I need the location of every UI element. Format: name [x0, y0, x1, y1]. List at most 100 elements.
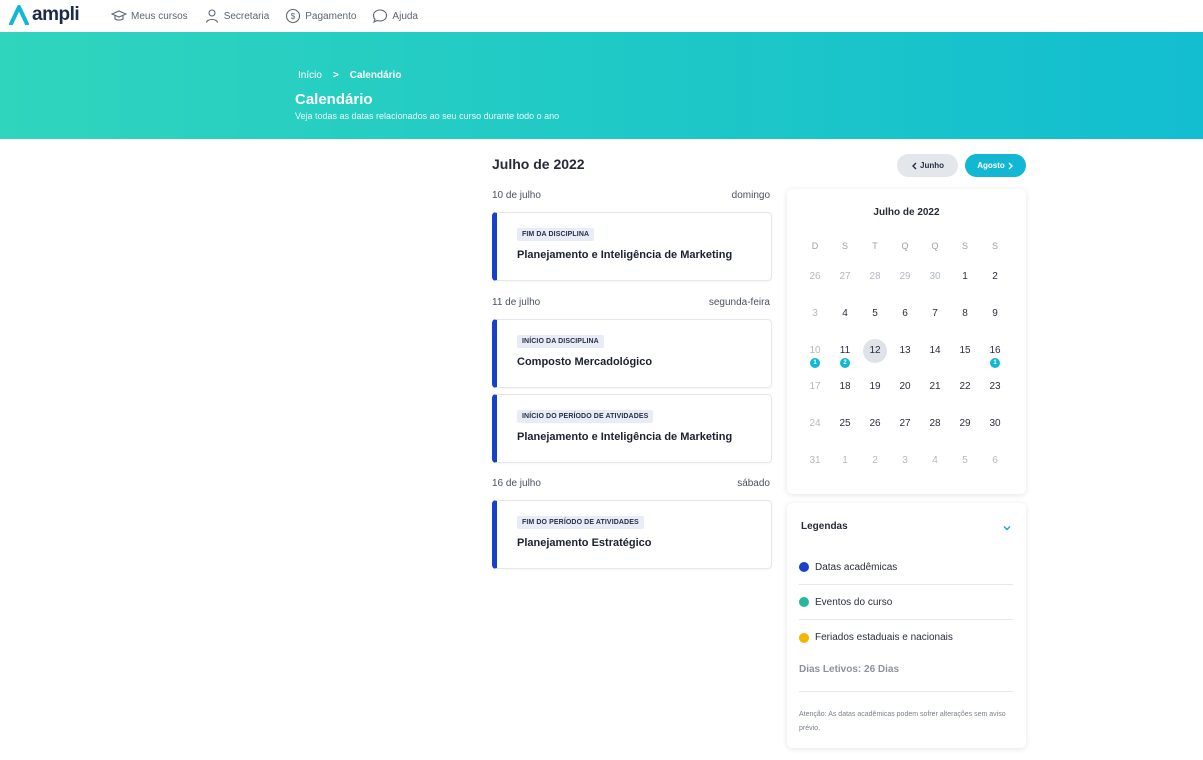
calendar-day[interactable]: 2	[863, 449, 887, 473]
calendar-day[interactable]: 15	[953, 339, 977, 363]
calendar-day[interactable]: 2	[983, 265, 1007, 289]
event-tag: INÍCIO DO PERÍODO DE ATIVIDADES	[517, 410, 654, 423]
ampli-logo-icon	[9, 5, 29, 25]
calendar-day[interactable]: 23	[983, 375, 1007, 399]
top-nav: ampli Meus cursos Secretaria $ Pagamento	[0, 0, 1203, 32]
nav-pagamento[interactable]: $ Pagamento	[285, 8, 356, 24]
calendar-day[interactable]: 1	[953, 265, 977, 289]
weekday-header: S	[961, 241, 968, 251]
calendar-day[interactable]: 4	[833, 302, 857, 326]
calendar-day[interactable]: 26	[803, 265, 827, 289]
dollar-circle-icon: $	[286, 8, 301, 24]
calendar-day[interactable]: 1	[833, 449, 857, 473]
calendar-day[interactable]: 27	[893, 412, 917, 436]
calendar-day[interactable]: 3	[893, 449, 917, 473]
calendar-day[interactable]: 3	[803, 302, 827, 326]
calendar-day[interactable]: 29	[893, 265, 917, 289]
calendar-day[interactable]: 20	[893, 375, 917, 399]
calendar-day[interactable]: 4	[923, 449, 947, 473]
event-card[interactable]: INÍCIO DO PERÍODO DE ATIVIDADES Planejam…	[492, 394, 772, 463]
svg-text:$: $	[291, 12, 296, 21]
calendar-day[interactable]: 27	[833, 265, 857, 289]
legend-label: Feriados estaduais e nacionais	[815, 632, 953, 643]
next-month-button[interactable]: Agosto	[965, 154, 1026, 177]
event-card[interactable]: INÍCIO DA DISCIPLINA Composto Mercadológ…	[492, 319, 772, 388]
nav-ajuda[interactable]: Ajuda	[372, 8, 418, 24]
calendar-day[interactable]: 25	[833, 412, 857, 436]
calendar-day[interactable]: 28	[863, 265, 887, 289]
nav-secretaria[interactable]: Secretaria	[204, 8, 270, 24]
calendar-day[interactable]: 13	[893, 339, 917, 363]
nav-links: Meus cursos Secretaria $ Pagamento Ajuda	[111, 0, 434, 32]
legend-label: Eventos do curso	[815, 596, 893, 608]
calendar-day[interactable]: 8	[953, 302, 977, 326]
calendar-day[interactable]: 24	[803, 412, 827, 436]
weekday-header: S	[991, 241, 998, 251]
calendar-day[interactable]: 7	[923, 302, 947, 326]
nav-label: Pagamento	[305, 10, 357, 22]
calendar-day[interactable]: 5	[953, 449, 977, 473]
event-card[interactable]: FIM DO PERÍODO DE ATIVIDADES Planejament…	[492, 500, 772, 569]
day-header: 10 de julho domingo	[492, 190, 770, 201]
legend-dot	[799, 597, 809, 607]
divider	[799, 691, 1013, 692]
graduation-cap-icon	[111, 10, 127, 21]
chevron-left-icon	[912, 162, 917, 169]
event-tag: INÍCIO DA DISCIPLINA	[517, 335, 604, 348]
calendar-day[interactable]: 21	[923, 375, 947, 399]
legend-item-course-events: Eventos do curso	[799, 585, 1013, 620]
event-count-badge: 2	[840, 357, 850, 368]
mini-calendar: Julho de 2022 D S T Q Q S S 26 27 28 29 30 1 2 3 4 5 6 7 8 9…	[787, 189, 1026, 494]
calendar-day[interactable]: 19	[863, 375, 887, 399]
weekday-header: Q	[901, 241, 909, 251]
previous-month-label: Junho	[920, 161, 944, 170]
breadcrumb-current: Calendário	[349, 70, 402, 81]
chat-bubble-icon	[373, 9, 388, 24]
legend-note: Atenção: As datas acadêmicas podem sofre…	[799, 711, 1006, 732]
calendar-day[interactable]: 29	[953, 412, 977, 436]
legend-panel: Legendas Datas acadêmicas Eventos do cur…	[787, 503, 1026, 748]
legend-item-holidays: Feriados estaduais e nacionais	[799, 620, 1013, 655]
calendar-day[interactable]: 6	[983, 449, 1007, 473]
calendar-day[interactable]: 18	[833, 375, 857, 399]
nav-label: Secretaria	[223, 10, 270, 22]
event-count-badge: 1	[810, 357, 820, 368]
calendar-day-today[interactable]: 12	[863, 338, 887, 363]
calendar-day[interactable]: 30	[923, 265, 947, 289]
breadcrumb-separator: >	[332, 70, 339, 81]
previous-month-button[interactable]: Junho	[897, 154, 958, 177]
calendar-day[interactable]: 22	[953, 375, 977, 399]
calendar-day[interactable]: 14	[923, 339, 947, 363]
day-weekday: segunda-feira	[708, 297, 770, 308]
calendar-day[interactable]: 17	[803, 375, 827, 399]
calendar-day[interactable]: 26	[863, 412, 887, 436]
legend-dot	[799, 632, 809, 643]
weekday-header: Q	[931, 241, 939, 251]
calendar-day[interactable]: 9	[983, 302, 1007, 326]
brand-name: ampli	[32, 4, 80, 25]
event-title: Planejamento e Inteligência de Marketing	[517, 431, 733, 443]
event-tag: FIM DA DISCIPLINA	[517, 228, 595, 241]
school-days-count: Dias Letivos: 26 Dias	[799, 664, 900, 675]
nav-meus-cursos[interactable]: Meus cursos	[111, 8, 188, 24]
calendar-day[interactable]: 6	[893, 302, 917, 326]
weekday-header: D	[811, 241, 819, 251]
day-date: 10 de julho	[492, 190, 541, 201]
calendar-day[interactable]: 30	[983, 412, 1007, 436]
ampli-logo[interactable]: ampli	[9, 3, 80, 27]
page-title: Calendário	[295, 91, 373, 108]
calendar-day[interactable]: 28	[923, 412, 947, 436]
calendar-month-title: Julho de 2022	[873, 207, 940, 218]
chevron-right-icon	[1008, 162, 1013, 169]
day-header: 11 de julho segunda-feira	[492, 297, 770, 308]
calendar-day[interactable]: 31	[803, 449, 827, 473]
calendar-day[interactable]: 5	[863, 302, 887, 326]
user-icon	[205, 9, 218, 23]
event-title: Planejamento e Inteligência de Marketing	[517, 249, 733, 261]
weekday-header: T	[872, 241, 878, 251]
event-card[interactable]: FIM DA DISCIPLINA Planejamento e Intelig…	[492, 212, 772, 281]
breadcrumb-home[interactable]: Início	[298, 70, 322, 81]
chevron-down-icon[interactable]	[1001, 522, 1013, 534]
legend-item-academic: Datas acadêmicas	[799, 550, 1013, 585]
weekday-header: S	[841, 241, 848, 251]
